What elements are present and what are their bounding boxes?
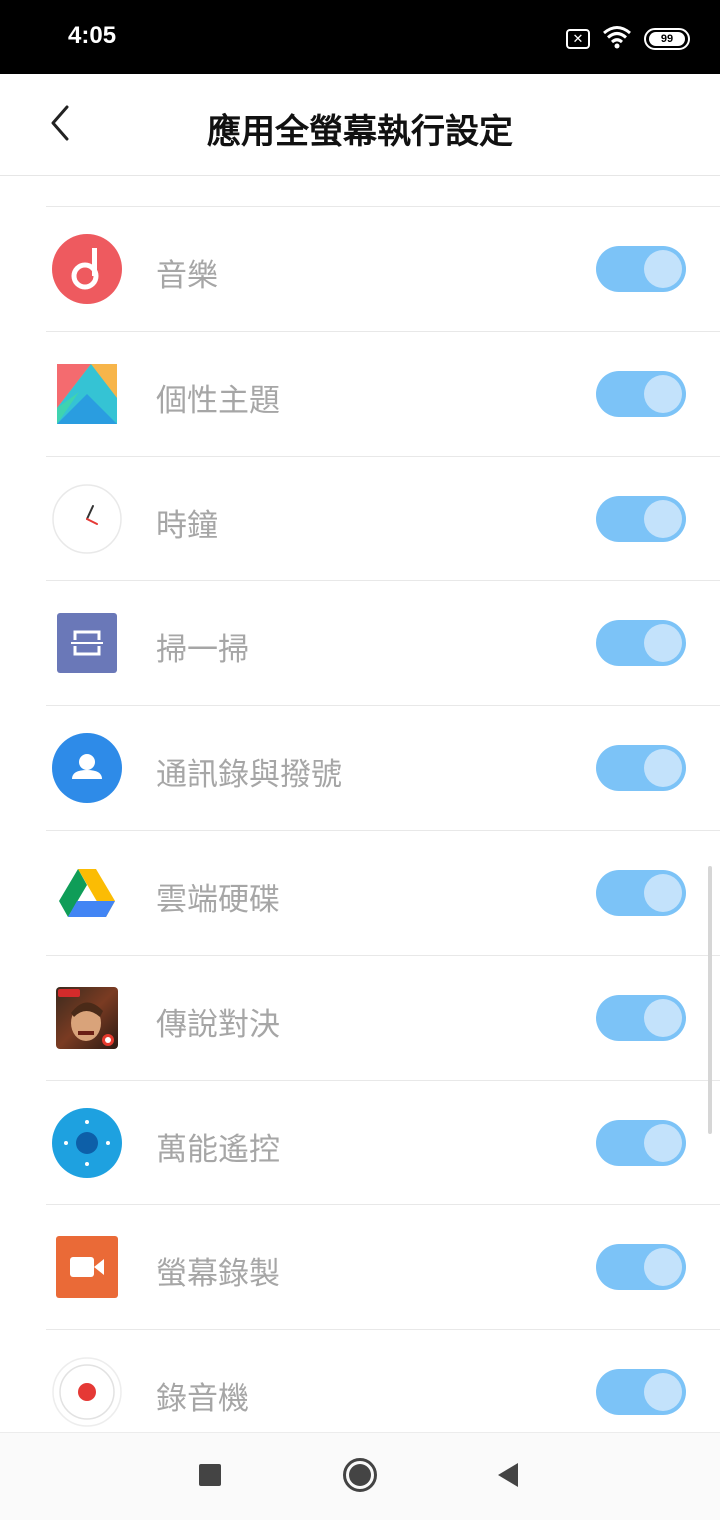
triangle-back-icon [496,1462,520,1492]
status-icons: ✕ 99 [566,24,690,54]
status-time: 4:05 [68,22,117,49]
list-item-voice-recorder[interactable]: 錄音機 [0,1330,720,1432]
list-item-contacts[interactable]: 通訊錄與撥號 [0,706,720,831]
toggle-knob [644,1248,682,1287]
page-title: 應用全螢幕執行設定 [207,112,513,152]
app-rows: 音樂 個性主題 時鐘 掃一掃 通訊錄與撥號 雲端硬碟 傳說對決 萬能遙控 螢幕錄… [0,207,720,1432]
recents-button[interactable] [188,1455,232,1499]
wifi-icon [602,25,632,53]
voice-recorder-app-icon [52,1357,122,1427]
app-label: 時鐘 [156,507,218,544]
themes-app-icon [52,359,122,429]
fullscreen-toggle[interactable] [596,994,686,1041]
list-item-drive[interactable]: 雲端硬碟 [0,831,720,956]
list-item-remote[interactable]: 萬能遙控 [0,1081,720,1206]
nav-bar [0,1432,720,1520]
toggle-knob [644,873,682,912]
toggle-knob [644,374,682,413]
app-label: 音樂 [156,258,218,294]
fullscreen-toggle[interactable] [596,620,686,667]
fullscreen-toggle[interactable] [596,246,686,292]
list-item-themes[interactable]: 個性主題 [0,332,720,457]
app-label: 螢幕錄製 [156,1256,280,1293]
toggle-knob [644,1373,682,1412]
app-label: 錄音機 [156,1381,249,1418]
app-label: 傳說對決 [156,1006,280,1043]
list-item-clock[interactable]: 時鐘 [0,457,720,582]
list-item-music[interactable]: 音樂 [0,207,720,332]
fullscreen-toggle[interactable] [596,370,686,417]
square-recents-icon [199,1464,221,1490]
fullscreen-toggle[interactable] [596,869,686,916]
fullscreen-toggle[interactable] [596,1369,686,1416]
app-label: 掃一掃 [156,632,249,669]
drive-app-icon [52,858,122,928]
fullscreen-toggle[interactable] [596,495,686,542]
scrollbar[interactable] [708,866,712,1134]
app-label: 個性主題 [156,382,280,419]
app-label: 通訊錄與撥號 [156,757,342,794]
scanner-app-icon [52,608,122,678]
app-label: 雲端硬碟 [156,881,280,918]
fullscreen-toggle[interactable] [596,745,686,792]
status-bar: 4:05 ✕ 99 [0,0,720,74]
toggle-knob [644,1123,682,1162]
clock-app-icon [52,483,122,554]
screen-recorder-app-icon [52,1232,122,1302]
fullscreen-toggle[interactable] [596,1244,686,1291]
toggle-knob [644,624,682,663]
app-label: 萬能遙控 [156,1131,280,1168]
toggle-knob [644,998,682,1037]
header: 應用全螢幕執行設定 [0,74,720,176]
close-box-icon: ✕ [566,29,590,49]
circle-home-icon [342,1457,378,1497]
toggle-knob [644,749,682,788]
home-button[interactable] [338,1455,382,1499]
toggle-knob [644,499,682,538]
battery-level: 99 [649,32,685,46]
game-app-icon [52,983,122,1053]
list-item-screen-recorder[interactable]: 螢幕錄製 [0,1205,720,1330]
music-app-icon [52,234,122,304]
list-item-game[interactable]: 傳說對決 [0,956,720,1081]
list-item-scanner[interactable]: 掃一掃 [0,581,720,706]
remote-app-icon [52,1107,122,1178]
back-nav-button[interactable] [486,1455,530,1499]
battery-icon: 99 [644,28,690,50]
app-list[interactable]: 音樂 個性主題 時鐘 掃一掃 通訊錄與撥號 雲端硬碟 傳說對決 萬能遙控 螢幕錄… [0,176,720,1432]
fullscreen-toggle[interactable] [596,1119,686,1166]
toggle-knob [644,250,682,288]
contacts-app-icon [52,733,122,804]
